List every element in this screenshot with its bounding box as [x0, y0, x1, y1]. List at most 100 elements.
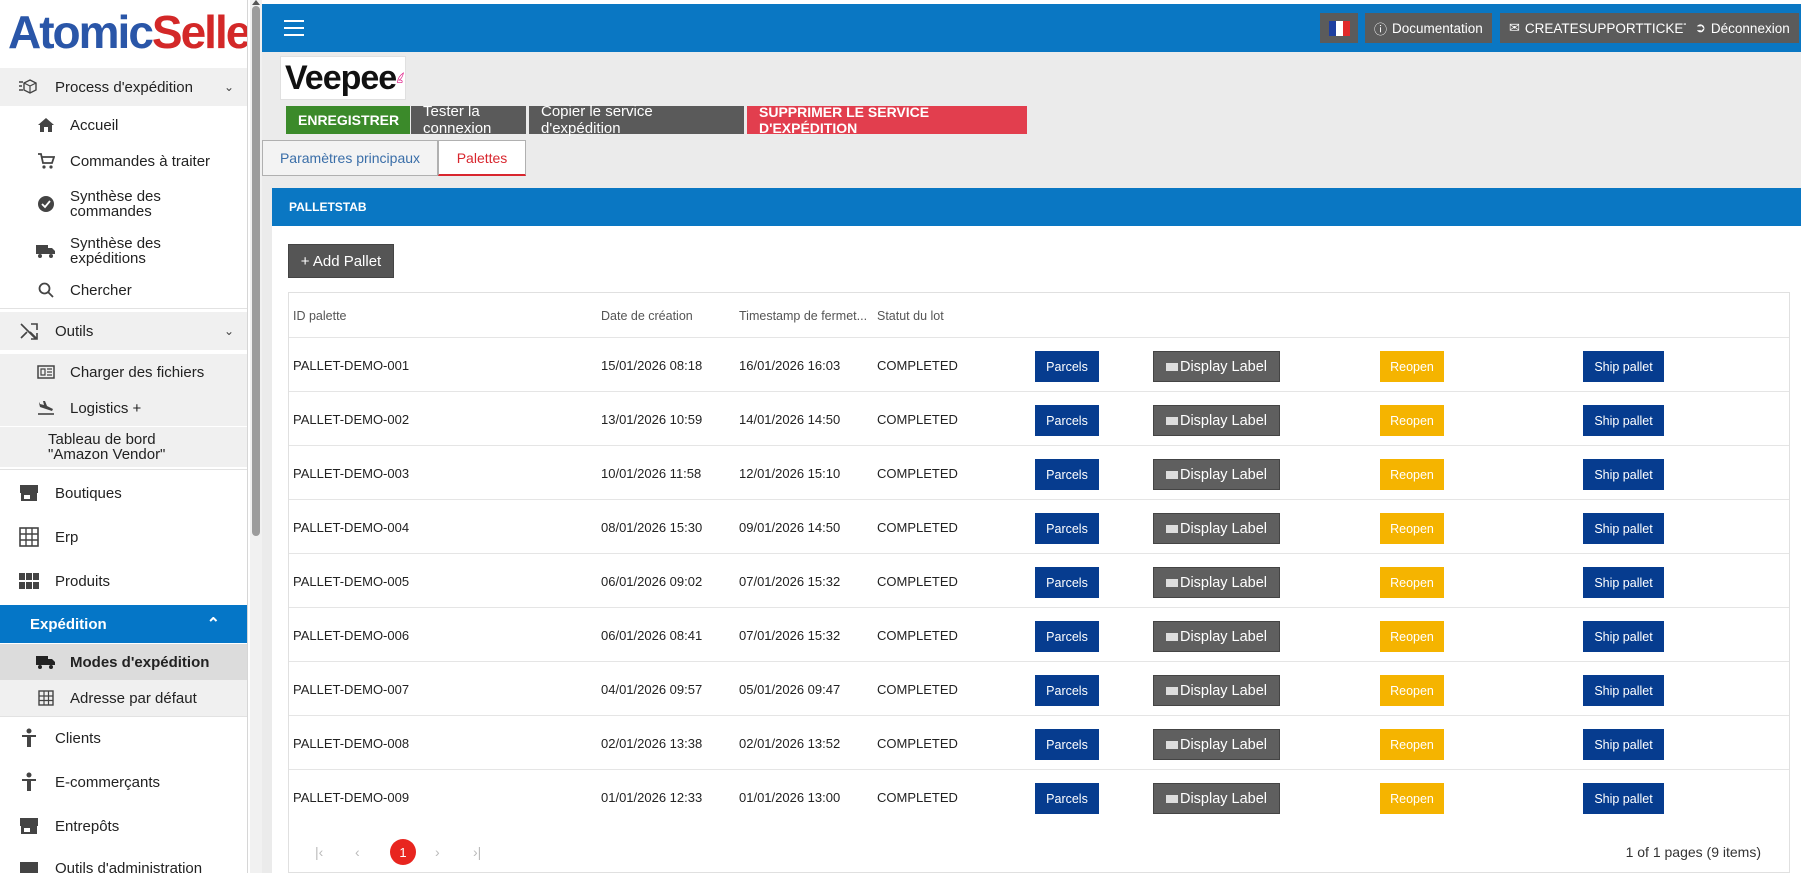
test-connection-button[interactable]: Tester la connexion [411, 103, 526, 137]
save-button[interactable]: ENREGISTRER [286, 106, 410, 134]
display-label-button[interactable]: Display Label [1153, 567, 1280, 598]
language-flag-fr-icon[interactable] [1320, 13, 1358, 43]
grid-view-icon [18, 570, 40, 592]
sidebar-item-label: Commandes à traiter [70, 152, 211, 170]
sidebar-item-logistics[interactable]: Logistics + [0, 390, 247, 426]
display-label-button[interactable]: Display Label [1153, 459, 1280, 490]
reopen-button[interactable]: Reopen [1380, 459, 1444, 490]
sidebar-item-tableau-amazon[interactable]: Tableau de bord "Amazon Vendor" [0, 427, 247, 467]
sidebar-scrollbar[interactable] [250, 0, 262, 873]
ship-pallet-button[interactable]: Ship pallet [1583, 405, 1664, 436]
parcels-button[interactable]: Parcels [1035, 459, 1099, 490]
first-page-icon[interactable]: |‹ [315, 844, 323, 860]
sidebar-section-outils[interactable]: Outils ⌄ [0, 312, 247, 350]
delete-service-button[interactable]: SUPPRIMER LE SERVICE D'EXPÉDITION [747, 104, 1027, 136]
display-label-button[interactable]: Display Label [1153, 405, 1280, 436]
reopen-button[interactable]: Reopen [1380, 567, 1444, 598]
sidebar-item-commandes[interactable]: Commandes à traiter [0, 143, 247, 179]
ship-pallet-button[interactable]: Ship pallet [1583, 459, 1664, 490]
ship-pallet-button[interactable]: Ship pallet [1583, 675, 1664, 706]
reopen-button[interactable]: Reopen [1380, 351, 1444, 382]
app-logo[interactable]: AtomicSeller [0, 0, 247, 66]
reopen-button[interactable]: Reopen [1380, 621, 1444, 652]
display-label-button[interactable]: Display Label [1153, 621, 1280, 652]
sidebar-section-erp[interactable]: Erp [0, 517, 247, 557]
display-label-button[interactable]: Display Label [1153, 513, 1280, 544]
parcels-button[interactable]: Parcels [1035, 621, 1099, 652]
display-label-text: Display Label [1179, 790, 1268, 807]
sidebar-section-expedition[interactable]: Expédition ⌃ [0, 605, 247, 643]
reopen-button[interactable]: Reopen [1380, 783, 1444, 814]
reopen-button[interactable]: Reopen [1380, 513, 1444, 544]
support-ticket-button[interactable]: ✉ CREATESUPPORTTICKET [1500, 13, 1701, 43]
label-icon [1165, 416, 1178, 425]
top-bar: ⓘ Documentation ✉ CREATESUPPORTTICKET ➲ … [262, 4, 1801, 52]
reopen-button[interactable]: Reopen [1380, 675, 1444, 706]
reopen-button[interactable]: Reopen [1380, 405, 1444, 436]
tab-pallets[interactable]: Palettes [438, 140, 526, 176]
sidebar-item-modes-expedition[interactable]: Modes d'expédition [0, 644, 247, 680]
scrollbar-thumb[interactable] [252, 6, 260, 536]
add-pallet-button[interactable]: + Add Pallet [288, 244, 394, 278]
sidebar-section-produits[interactable]: Produits [0, 561, 247, 601]
sidebar-item-chercher[interactable]: Chercher [0, 274, 247, 306]
logout-button[interactable]: ➲ Déconnexion [1686, 13, 1799, 43]
pallets-panel: PALLETSTAB + Add Pallet ID palette Date … [272, 188, 1801, 873]
parcels-button[interactable]: Parcels [1035, 405, 1099, 436]
sidebar-item-accueil[interactable]: Accueil [0, 107, 247, 143]
ship-pallet-button[interactable]: Ship pallet [1583, 351, 1664, 382]
pallet-id: PALLET-DEMO-009 [293, 790, 410, 805]
batch-status: COMPLETED [877, 412, 958, 427]
reopen-button[interactable]: Reopen [1380, 729, 1444, 760]
sidebar-section-boutiques[interactable]: Boutiques [0, 473, 247, 513]
current-page-button[interactable]: 1 [390, 839, 416, 865]
copy-service-button[interactable]: Copier le service d'expédition [529, 103, 744, 137]
sidebar-item-label: Chercher [70, 281, 132, 299]
sidebar-item-charger[interactable]: Charger des fichiers [0, 354, 247, 390]
sidebar-section-outils-admin[interactable]: Outils d'administration [0, 850, 247, 873]
scroll-up-arrow-icon[interactable] [252, 0, 260, 5]
sidebar-item-adresse[interactable]: Adresse par défaut [0, 680, 247, 716]
ship-pallet-button[interactable]: Ship pallet [1583, 729, 1664, 760]
tab-main-settings[interactable]: Paramètres principaux [262, 140, 438, 176]
sidebar-section-ecommercants[interactable]: E-commerçants [0, 762, 247, 802]
parcels-button[interactable]: Parcels [1035, 783, 1099, 814]
display-label-button[interactable]: Display Label [1153, 351, 1280, 382]
documentation-button[interactable]: ⓘ Documentation [1365, 13, 1492, 43]
sidebar-section-entrepots[interactable]: Entrepôts [0, 806, 247, 846]
ship-pallet-button[interactable]: Ship pallet [1583, 783, 1664, 814]
parcels-button[interactable]: Parcels [1035, 513, 1099, 544]
parcels-button[interactable]: Parcels [1035, 567, 1099, 598]
sidebar-item-label: Modes d'expédition [70, 653, 210, 671]
column-header[interactable]: Timestamp de fermet... [739, 309, 867, 323]
column-header[interactable]: Date de création [601, 309, 693, 323]
ship-pallet-button[interactable]: Ship pallet [1583, 567, 1664, 598]
sidebar-section-clients[interactable]: Clients [0, 718, 247, 758]
sidebar-label: Clients [55, 729, 101, 747]
closed-timestamp: 12/01/2026 15:10 [739, 466, 841, 481]
display-label-button[interactable]: Display Label [1153, 783, 1280, 814]
mail-icon: ✉ [1509, 20, 1520, 35]
prev-page-icon[interactable]: ‹ [355, 844, 360, 860]
help-circle-icon: ⓘ [1374, 21, 1388, 37]
display-label-button[interactable]: Display Label [1153, 729, 1280, 760]
label-icon [1165, 686, 1178, 695]
sidebar-section-process[interactable]: Process d'expédition ⌄ [0, 68, 247, 106]
label-icon [1165, 740, 1178, 749]
last-page-icon[interactable]: ›| [473, 844, 481, 860]
next-page-icon[interactable]: › [435, 844, 440, 860]
sidebar-item-synthese-expeditions[interactable]: Synthèse des expéditions [0, 229, 247, 273]
ship-pallet-button[interactable]: Ship pallet [1583, 513, 1664, 544]
display-label-button[interactable]: Display Label [1153, 675, 1280, 706]
parcels-button[interactable]: Parcels [1035, 729, 1099, 760]
sidebar-item-label: Synthèse des expéditions [70, 235, 161, 267]
column-header[interactable]: ID palette [293, 309, 347, 323]
ship-pallet-button[interactable]: Ship pallet [1583, 621, 1664, 652]
sidebar-item-synthese-commandes[interactable]: Synthèse des commandes [0, 182, 247, 226]
search-icon [36, 280, 56, 300]
hamburger-menu-icon[interactable] [284, 20, 304, 36]
column-header[interactable]: Statut du lot [877, 309, 944, 323]
display-label-text: Display Label [1179, 466, 1268, 483]
parcels-button[interactable]: Parcels [1035, 351, 1099, 382]
parcels-button[interactable]: Parcels [1035, 675, 1099, 706]
